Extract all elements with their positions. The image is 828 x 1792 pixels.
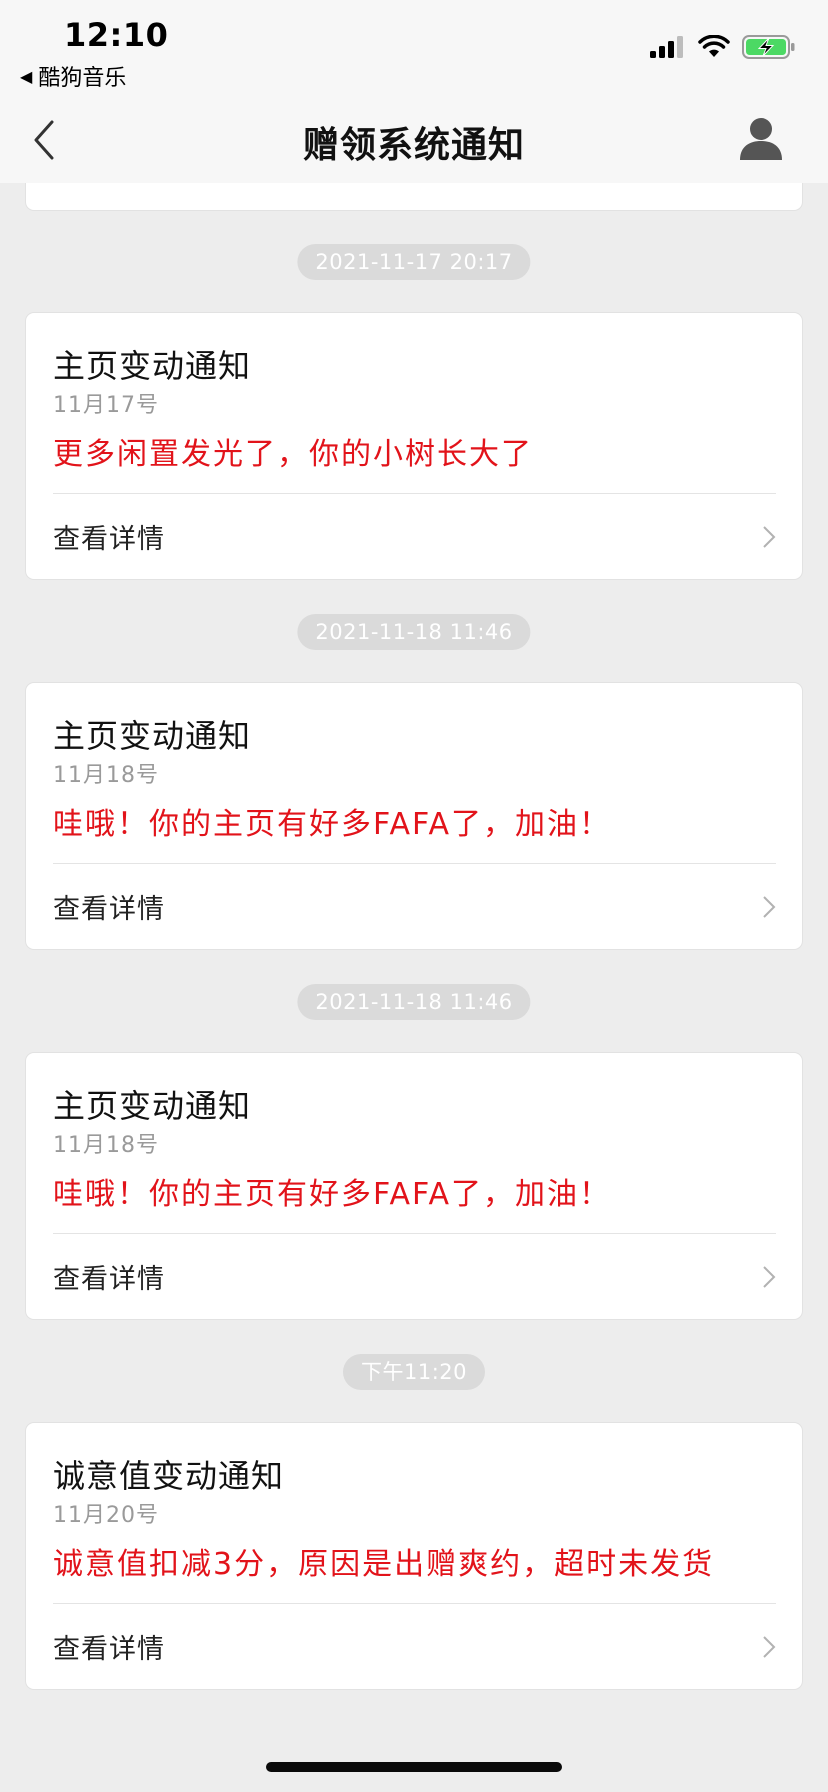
screen: 2021-11-17 20:17 主页变动通知 11月17号 更多闲置发光了，你… — [0, 0, 828, 1792]
notification-card: 诚意值变动通知 11月20号 诚意值扣减3分，原因是出赠爽约，超时未发货 查看详… — [26, 1423, 802, 1689]
status-time: 12:10 — [64, 16, 169, 54]
chevron-right-icon — [763, 1265, 776, 1288]
person-icon[interactable] — [738, 114, 784, 162]
home-indicator[interactable] — [266, 1762, 562, 1772]
view-details-label: 查看详情 — [53, 894, 165, 925]
back-to-app-link[interactable]: ◀ 酷狗音乐 — [20, 60, 126, 92]
notification-title: 诚意值变动通知 — [53, 1457, 285, 1495]
notification-feed[interactable]: 2021-11-17 20:17 主页变动通知 11月17号 更多闲置发光了，你… — [0, 0, 828, 1792]
notification-card: 主页变动通知 11月17号 更多闲置发光了，你的小树长大了 查看详情 — [26, 313, 802, 579]
wifi-icon — [698, 35, 730, 57]
view-details-link[interactable]: 查看详情 — [53, 1234, 776, 1319]
notification-title: 主页变动通知 — [53, 1087, 252, 1125]
notification-date: 11月18号 — [53, 1133, 159, 1158]
view-details-label: 查看详情 — [53, 1264, 165, 1295]
back-app-label: 酷狗音乐 — [38, 66, 127, 91]
view-details-label: 查看详情 — [53, 1634, 165, 1665]
back-triangle-icon: ◀ — [20, 66, 33, 86]
battery-charging-icon — [742, 35, 795, 59]
notification-date: 11月17号 — [53, 393, 159, 418]
view-details-link[interactable]: 查看详情 — [53, 1604, 776, 1689]
notification-message: 更多闲置发光了，你的小树长大了 — [53, 437, 533, 472]
notification-card: 主页变动通知 11月18号 哇哦！你的主页有好多FAFA了，加油！ 查看详情 — [26, 1053, 802, 1319]
cellular-signal-icon — [650, 36, 683, 58]
notification-title: 主页变动通知 — [53, 717, 252, 755]
notification-date: 11月20号 — [53, 1503, 159, 1528]
chevron-right-icon — [763, 525, 776, 548]
top-bar: 12:10 ◀ 酷狗音乐 赠领系统通知 — [0, 0, 828, 183]
view-details-link[interactable]: 查看详情 — [53, 864, 776, 949]
notification-message: 哇哦！你的主页有好多FAFA了，加油！ — [53, 807, 612, 842]
notification-message: 哇哦！你的主页有好多FAFA了，加油！ — [53, 1177, 612, 1212]
view-details-link[interactable]: 查看详情 — [53, 494, 776, 579]
notification-date: 11月18号 — [53, 763, 159, 788]
timestamp-pill: 下午11:20 — [342, 1354, 486, 1390]
notification-card: 主页变动通知 11月18号 哇哦！你的主页有好多FAFA了，加油！ 查看详情 — [26, 683, 802, 949]
timestamp-pill: 2021-11-17 20:17 — [297, 244, 531, 280]
timestamp-pill: 2021-11-18 11:46 — [297, 614, 531, 650]
view-details-label: 查看详情 — [53, 524, 165, 555]
chevron-right-icon — [763, 895, 776, 918]
chevron-right-icon — [763, 1635, 776, 1658]
page-title: 赠领系统通知 — [302, 125, 525, 166]
notification-title: 主页变动通知 — [53, 347, 252, 385]
timestamp-pill: 2021-11-18 11:46 — [297, 984, 531, 1020]
notification-message: 诚意值扣减3分，原因是出赠爽约，超时未发货 — [53, 1547, 715, 1582]
status-icons — [650, 34, 796, 60]
